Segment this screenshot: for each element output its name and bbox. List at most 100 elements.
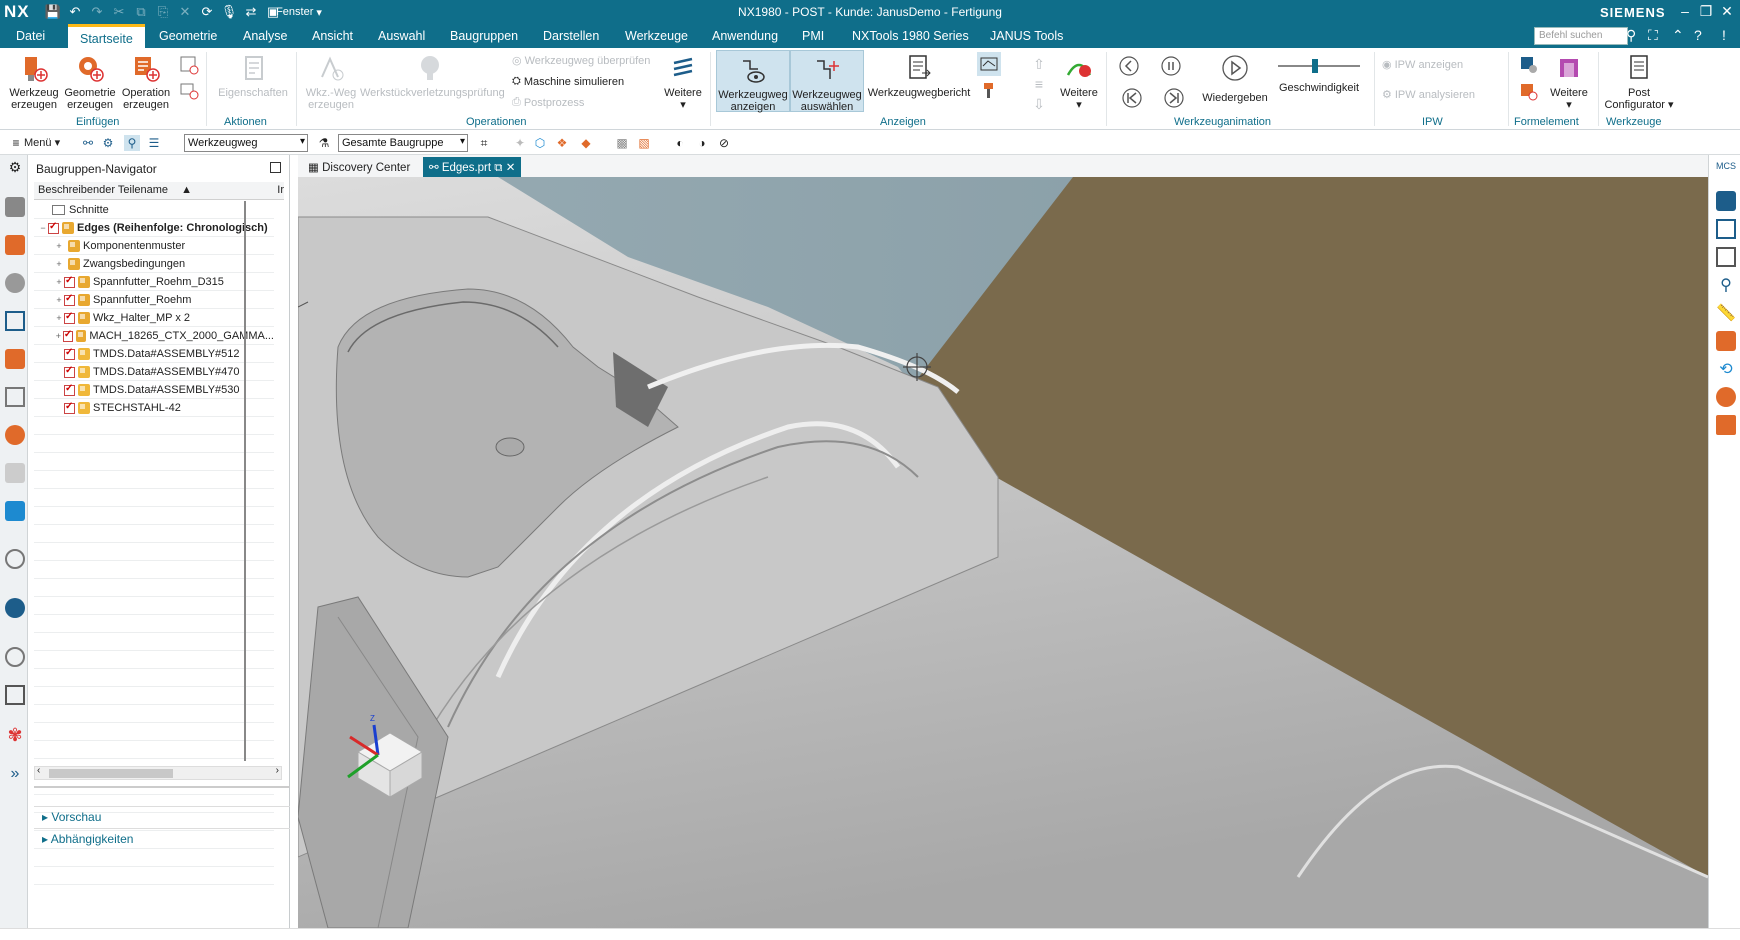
reuse-library-icon[interactable] bbox=[5, 387, 25, 407]
move-down-icon[interactable]: ⇩ bbox=[1028, 94, 1050, 114]
werkzeug-erzeugen-button[interactable]: Werkzeug erzeugen bbox=[6, 52, 62, 111]
tab-darstellen[interactable]: Darstellen bbox=[543, 29, 599, 43]
horizontal-scrollbar[interactable]: ‹ › bbox=[34, 765, 282, 780]
add-component-icon[interactable] bbox=[1716, 387, 1736, 407]
tree-item[interactable]: + Spannfutter_Roehm bbox=[34, 291, 274, 309]
graphics-viewport[interactable]: Z bbox=[298, 177, 1708, 928]
face-select-icon[interactable]: ▩ bbox=[614, 135, 630, 151]
speed-slider-thumb[interactable] bbox=[1312, 59, 1318, 73]
move-up-icon[interactable]: ⇧ bbox=[1028, 54, 1050, 74]
tab-datei[interactable]: Datei bbox=[16, 29, 45, 43]
pin-icon[interactable]: ⧉ bbox=[494, 162, 502, 174]
tab-ansicht[interactable]: Ansicht bbox=[312, 29, 353, 43]
tree-item[interactable]: TMDS.Data#ASSEMBLY#530 bbox=[34, 381, 274, 399]
restore-icon[interactable]: ❐ bbox=[1697, 3, 1715, 20]
constraint-navigator-icon[interactable] bbox=[5, 273, 25, 293]
tree-item[interactable]: STECHSTAHL-42 bbox=[34, 399, 274, 417]
werkzeugweg-auswahlen-button[interactable]: Werkzeugweg auswählen bbox=[790, 50, 864, 113]
speed-slider-track[interactable] bbox=[1276, 56, 1362, 76]
hd3d-tools-icon[interactable] bbox=[5, 425, 25, 445]
tab-pmi[interactable]: PMI bbox=[802, 29, 824, 43]
close-tab-icon[interactable]: ✕ bbox=[506, 162, 516, 174]
machine-tool-view-icon[interactable]: ⚙ bbox=[100, 135, 116, 151]
feature-buttons[interactable] bbox=[1514, 52, 1542, 106]
fast-forward-button[interactable] bbox=[1156, 86, 1192, 113]
insert-more-button[interactable] bbox=[176, 54, 202, 104]
selection-intent-icon[interactable]: ⌗ bbox=[476, 135, 492, 151]
display-options-button[interactable] bbox=[976, 52, 1002, 104]
scroll-left-icon[interactable]: ‹ bbox=[37, 765, 40, 776]
role-icon[interactable]: ✾ bbox=[5, 725, 25, 745]
operation-navigator-icon[interactable] bbox=[5, 311, 25, 331]
geometry-view-right-icon[interactable] bbox=[1716, 191, 1736, 211]
tree-item[interactable]: + Komponentenmuster bbox=[34, 237, 274, 255]
ipw-analysieren-button[interactable]: ⚙ IPW analysieren bbox=[1382, 88, 1475, 102]
part-navigator-icon[interactable] bbox=[5, 197, 25, 217]
selection-scope-select[interactable]: Gesamte Baugruppe bbox=[338, 134, 468, 152]
vorschau-panel[interactable]: ▸ Vorschau bbox=[34, 806, 290, 826]
visibility-checkbox[interactable] bbox=[64, 365, 75, 378]
pause-button[interactable] bbox=[1156, 54, 1186, 81]
method-view-icon[interactable]: ☰ bbox=[146, 135, 162, 151]
coordinate-system-icon[interactable]: ⚲ bbox=[1716, 275, 1736, 295]
visibility-checkbox[interactable] bbox=[64, 275, 75, 288]
tree-item[interactable]: + Wkz_Halter_MP x 2 bbox=[34, 309, 274, 327]
isolate-icon[interactable]: ◑ bbox=[694, 135, 710, 151]
step-back-button[interactable] bbox=[1114, 54, 1144, 81]
eigenschaften-button[interactable]: Eigenschaften bbox=[218, 52, 288, 99]
expand-icon[interactable]: + bbox=[54, 259, 64, 269]
fullscreen-icon[interactable]: ⛶ bbox=[1648, 27, 1658, 44]
column-header[interactable]: Beschreibender Teilename ▲ Ir bbox=[34, 182, 284, 200]
geschwindigkeit-slider[interactable]: Geschwindigkeit bbox=[1276, 56, 1362, 94]
post-configurator-button[interactable]: Post Configurator ▾ bbox=[1602, 52, 1676, 111]
clear-filter-icon[interactable]: ⊘ bbox=[716, 135, 732, 151]
menu-icon[interactable]: ≡ bbox=[8, 135, 24, 151]
history-icon[interactable] bbox=[5, 501, 25, 521]
snap-icon[interactable]: ✦ bbox=[512, 135, 528, 151]
edge-select-icon[interactable]: ▧ bbox=[636, 135, 652, 151]
help-icon[interactable]: ? bbox=[1694, 27, 1702, 43]
menu-button[interactable]: Menü ▾ bbox=[24, 136, 60, 149]
wkz-weg-erzeugen-button[interactable]: Wkz.-Weg erzeugen bbox=[302, 52, 360, 111]
postprozess-button[interactable]: ⎙ Postprozess bbox=[512, 96, 584, 109]
tree-item[interactable]: Schnitte bbox=[34, 201, 274, 219]
system-materials-icon[interactable] bbox=[5, 685, 25, 705]
tool-holder-icon[interactable] bbox=[1716, 331, 1736, 351]
maschine-simulieren-button[interactable]: ⛭ Maschine simulieren bbox=[512, 75, 624, 88]
tab-discovery-center[interactable]: ▦ Discovery Center bbox=[302, 157, 416, 177]
info-icon[interactable] bbox=[5, 549, 25, 569]
werkzeugweg-anzeigen-button[interactable]: Werkzeugweg anzeigen bbox=[716, 50, 790, 113]
minimize-icon[interactable]: – bbox=[1676, 3, 1694, 19]
tree-item[interactable]: + Zwangsbedingungen bbox=[34, 255, 274, 273]
body-select-icon[interactable]: ◆ bbox=[578, 135, 594, 151]
blank-icon[interactable] bbox=[1716, 247, 1736, 267]
visibility-checkbox[interactable] bbox=[64, 311, 75, 324]
close-icon[interactable]: ✕ bbox=[1718, 3, 1736, 20]
alert-icon[interactable]: ! bbox=[1722, 27, 1726, 43]
workpiece-icon[interactable] bbox=[1716, 219, 1736, 239]
settings-gear-icon[interactable]: ⚙ bbox=[5, 159, 25, 179]
ipw-anzeigen-button[interactable]: ◉ IPW anzeigen bbox=[1382, 58, 1463, 72]
program-order-view-icon[interactable]: ⚯ bbox=[80, 135, 96, 151]
tree-item[interactable]: TMDS.Data#ASSEMBLY#470 bbox=[34, 363, 274, 381]
visibility-checkbox[interactable] bbox=[64, 293, 75, 306]
wiedergeben-button[interactable]: Wiedergeben bbox=[1200, 52, 1270, 104]
tab-janus-tools[interactable]: JANUS Tools bbox=[990, 29, 1063, 43]
expand-icon[interactable]: + bbox=[54, 295, 64, 305]
component-select-icon[interactable]: ❖ bbox=[554, 135, 570, 151]
werkzeugweg-uberprufen-button[interactable]: ◎ Werkzeugweg überprüfen bbox=[512, 54, 650, 68]
show-hide-icon[interactable]: ◐ bbox=[672, 135, 688, 151]
tab-anwendung[interactable]: Anwendung bbox=[712, 29, 778, 43]
geometry-view-icon[interactable]: ⚲ bbox=[124, 135, 140, 151]
sort-ascending-icon[interactable]: ▲ bbox=[181, 184, 192, 196]
polygon-select-icon[interactable]: ⬡ bbox=[532, 135, 548, 151]
abhangigkeiten-panel[interactable]: ▸ Abhängigkeiten bbox=[34, 828, 290, 848]
web-browser-icon[interactable] bbox=[5, 463, 25, 483]
expand-icon[interactable]: + bbox=[54, 331, 63, 341]
tab-startseite[interactable]: Startseite bbox=[68, 24, 145, 50]
tab-werkzeuge[interactable]: Werkzeuge bbox=[625, 29, 688, 43]
weitere-operationen-button[interactable]: Weitere ▾ bbox=[660, 52, 706, 111]
measure-icon[interactable]: 📏 bbox=[1716, 303, 1736, 323]
scrollbar-thumb[interactable] bbox=[49, 769, 173, 778]
rewind-button[interactable] bbox=[1114, 86, 1150, 113]
